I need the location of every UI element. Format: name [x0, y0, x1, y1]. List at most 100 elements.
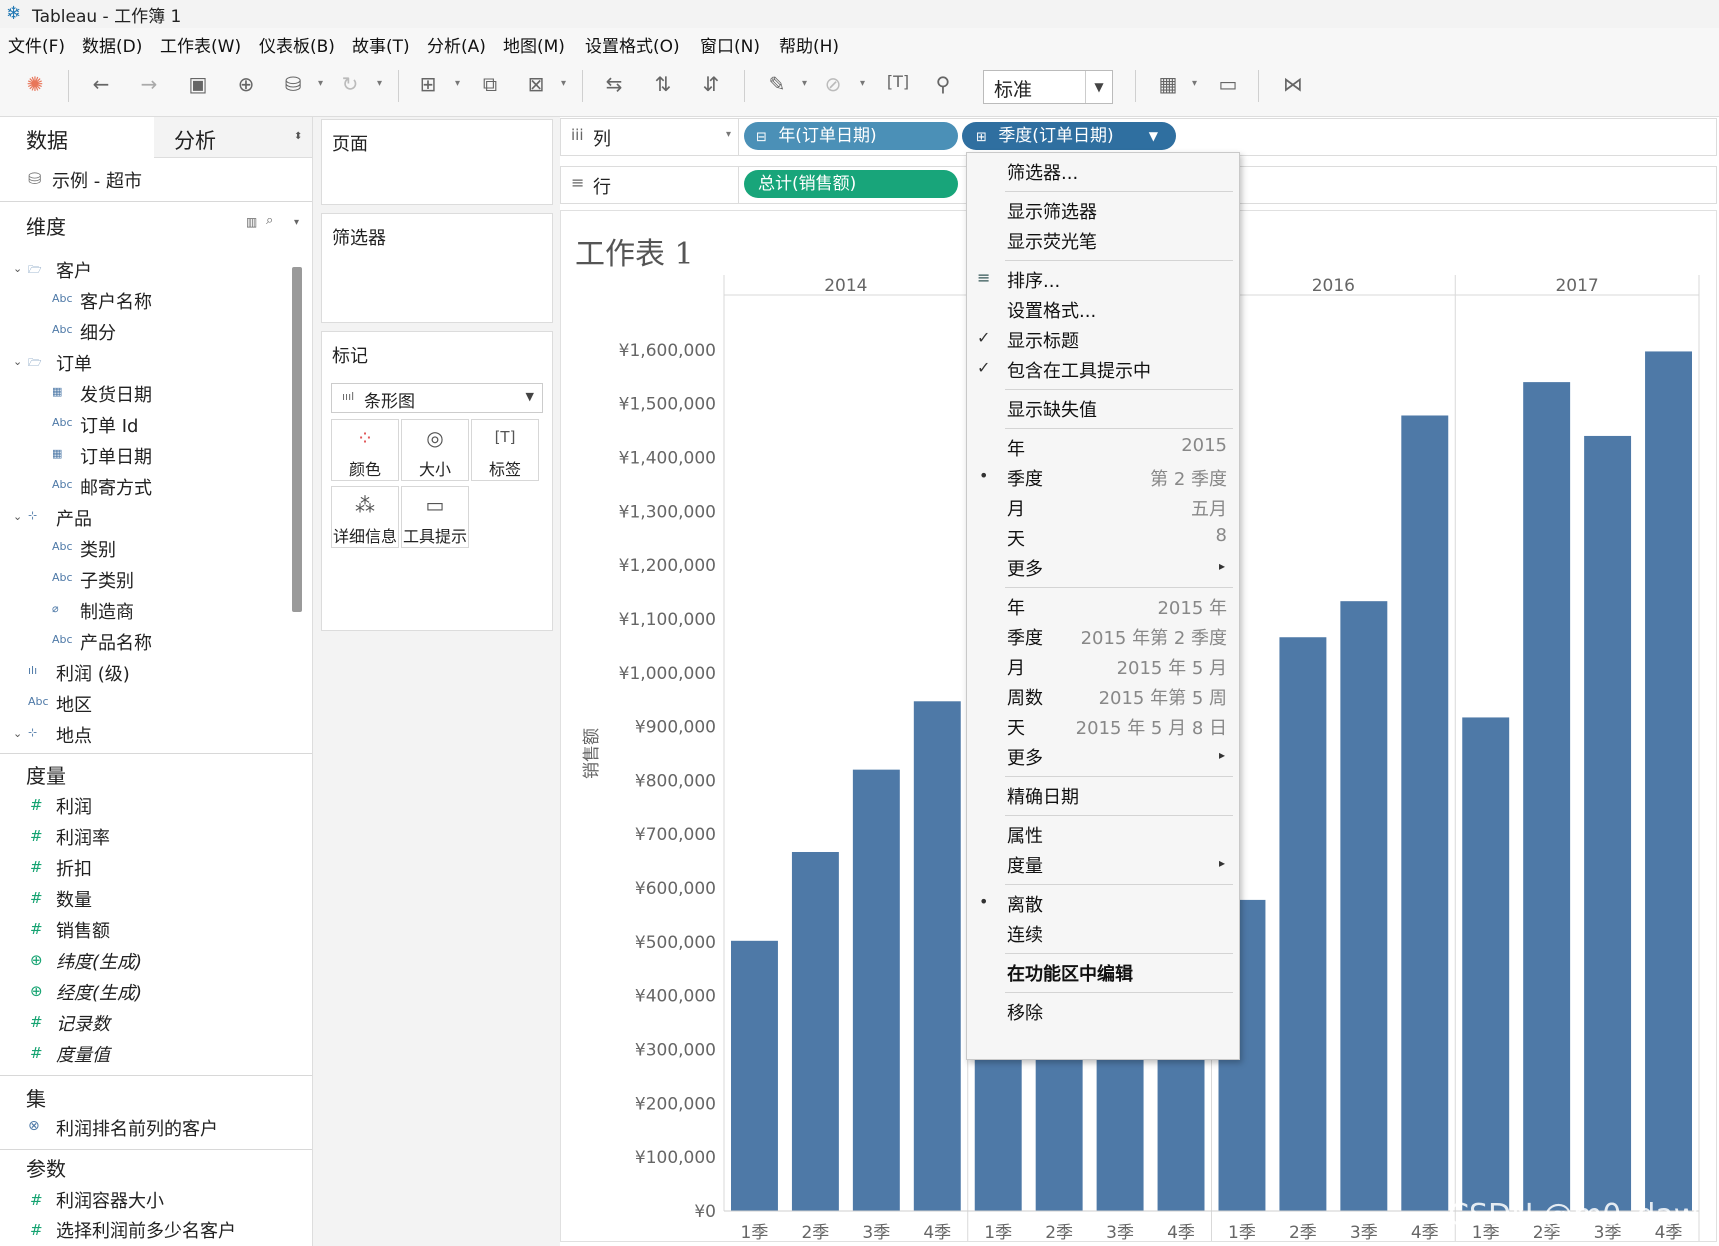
dimension-field[interactable]: 子类别 [80, 567, 134, 593]
menu-item[interactable]: 季度 第 2 季度 • [967, 463, 1239, 493]
param-item[interactable]: 选择利润前多少名客户 [56, 1217, 236, 1243]
menu-item[interactable]: 天8 [967, 523, 1239, 553]
menu-item[interactable]: 天 2015 年 5 月 8 日 [967, 712, 1239, 742]
save-icon[interactable]: ▣ [185, 72, 211, 96]
menu-item[interactable]: 月 2015 年 5 月 [967, 652, 1239, 682]
swap-icon[interactable]: ⇆ [601, 72, 627, 96]
clear-sheet-icon[interactable]: ⊠ [523, 72, 549, 96]
menu-item[interactable]: 显示荧光笔 [967, 226, 1239, 256]
dimension-field[interactable]: 订单 Id [80, 412, 138, 438]
dimension-field[interactable]: 类别 [80, 536, 116, 562]
pill-year-order-date[interactable]: ⊟ 年(订单日期) [744, 122, 958, 150]
chevron-down-icon[interactable]: ▾ [726, 129, 731, 140]
menu-help[interactable]: 帮助(H) [779, 32, 839, 57]
chevron-down-icon[interactable]: ⌄ [13, 727, 22, 740]
size-button[interactable]: ◎ 大小 [401, 419, 469, 481]
menu-item[interactable]: 设置格式... [967, 295, 1239, 325]
tableau-icon[interactable]: ✺ [22, 72, 48, 96]
dimension-field[interactable]: 订单日期 [80, 443, 152, 469]
label-button[interactable]: [T] 标签 [471, 419, 539, 481]
chevron-down-icon[interactable]: ▾ [1192, 78, 1197, 89]
chevron-down-icon[interactable]: ▾ [860, 78, 865, 89]
pages-card[interactable]: 页面 [321, 119, 553, 205]
duplicate-icon[interactable]: ⧉ [477, 72, 503, 96]
view-list-icon[interactable]: ▥ [246, 215, 257, 229]
menu-item[interactable]: 年 2015 年 [967, 592, 1239, 622]
dimension-field[interactable]: 客户 [56, 257, 92, 283]
menu-item[interactable]: 属性 [967, 820, 1239, 850]
menu-format[interactable]: 设置格式(O) [585, 32, 680, 57]
param-item[interactable]: 利润容器大小 [56, 1187, 164, 1213]
menu-data[interactable]: 数据(D) [82, 32, 142, 57]
chevron-down-icon[interactable]: ⌄ [13, 510, 22, 523]
chevron-down-icon[interactable]: ⌄ [13, 262, 22, 275]
fit-select[interactable]: 标准 ▼ [983, 70, 1113, 104]
measure-field[interactable]: 利润率 [56, 824, 110, 850]
menu-item[interactable]: 连续 [967, 919, 1239, 949]
menu-item[interactable]: 精确日期 [967, 781, 1239, 811]
detail-button[interactable]: ⁂ 详细信息 [331, 486, 399, 548]
menu-window[interactable]: 窗口(N) [700, 32, 760, 57]
dimension-field[interactable]: 产品 [56, 505, 92, 531]
menu-story[interactable]: 故事(T) [352, 32, 410, 57]
datasource-name[interactable]: 示例 - 超市 [52, 167, 142, 193]
chevron-down-icon[interactable]: ▾ [802, 78, 807, 89]
chevron-down-icon[interactable]: ▾ [318, 78, 323, 89]
menu-item[interactable]: 移除 [967, 997, 1239, 1027]
tooltip-button[interactable]: ▭ 工具提示 [401, 486, 469, 548]
redo-icon[interactable]: → [136, 72, 162, 96]
menu-item[interactable]: 更多 ▸ [967, 742, 1239, 772]
sort-descending-icon[interactable]: ⇵ [698, 72, 724, 96]
pill-quarter-order-date[interactable]: ⊞ 季度(订单日期) ▼ [962, 122, 1176, 150]
chevron-down-icon[interactable]: ▾ [294, 217, 299, 228]
pill-sum-sales[interactable]: 总计(销售额) [744, 170, 958, 198]
menu-item[interactable]: 季度 2015 年第 2 季度 [967, 622, 1239, 652]
filters-card[interactable]: 筛选器 [321, 213, 553, 323]
menu-analysis[interactable]: 分析(A) [427, 32, 486, 57]
mark-type-select[interactable]: ıııl 条形图 ▼ [331, 383, 543, 413]
dimension-field[interactable]: 地区 [56, 691, 92, 717]
measure-field[interactable]: 利润 [56, 793, 92, 819]
menu-item[interactable]: 年 2015 [967, 433, 1239, 463]
dimension-field[interactable]: 地点 [56, 722, 92, 748]
measure-field[interactable]: 销售额 [56, 917, 110, 943]
refresh-icon[interactable]: ↻ [337, 72, 363, 96]
new-worksheet-icon[interactable]: ⊞ [415, 72, 441, 96]
group-icon[interactable]: ⊘ [820, 72, 846, 96]
chevron-down-icon[interactable]: ▾ [561, 78, 566, 89]
measure-field[interactable]: 记录数 [56, 1010, 110, 1036]
menu-map[interactable]: 地图(M) [503, 32, 565, 57]
presentation-icon[interactable]: ▭ [1215, 72, 1241, 96]
dimension-field[interactable]: 发货日期 [80, 381, 152, 407]
menu-item[interactable]: 度量 ▸ [967, 850, 1239, 880]
menu-item[interactable]: 周数 2015 年第 5 周 [967, 682, 1239, 712]
dimension-field[interactable]: 细分 [80, 319, 116, 345]
menu-item[interactable]: 排序... ≡ [967, 265, 1239, 295]
measure-field[interactable]: 折扣 [56, 855, 92, 881]
labels-icon[interactable]: [T] [885, 72, 911, 91]
menu-file[interactable]: 文件(F) [8, 32, 65, 57]
sort-ascending-icon[interactable]: ⇅ [650, 72, 676, 96]
measure-field[interactable]: 度量值 [56, 1041, 110, 1067]
dimension-field[interactable]: 订单 [56, 350, 92, 376]
menu-item[interactable]: 显示标题 ✓ [967, 325, 1239, 355]
chevron-down-icon[interactable]: ▾ [455, 78, 460, 89]
dimension-field[interactable]: 产品名称 [80, 629, 152, 655]
chevron-down-icon[interactable]: ⌄ [13, 355, 22, 368]
set-item[interactable]: 利润排名前列的客户 [56, 1115, 218, 1141]
menu-item[interactable]: 离散 • [967, 889, 1239, 919]
menu-item[interactable]: 在功能区中编辑 [967, 958, 1239, 988]
menu-item[interactable]: 更多 ▸ [967, 553, 1239, 583]
dimension-field[interactable]: 客户名称 [80, 288, 152, 314]
measure-field[interactable]: 经度(生成) [56, 979, 142, 1005]
color-button[interactable]: ⁘ 颜色 [331, 419, 399, 481]
dimension-field[interactable]: 制造商 [80, 598, 134, 624]
show-cards-icon[interactable]: ▦ [1155, 72, 1181, 96]
chevron-down-icon[interactable]: ▾ [377, 78, 382, 89]
new-datasource-icon[interactable]: ⊕ [233, 72, 259, 96]
menu-worksheet[interactable]: 工作表(W) [160, 32, 241, 57]
measure-field[interactable]: 纬度(生成) [56, 948, 142, 974]
pin-icon[interactable]: ⚲ [930, 72, 956, 96]
menu-item[interactable]: 显示缺失值 [967, 394, 1239, 424]
dimension-field[interactable]: 邮寄方式 [80, 474, 152, 500]
